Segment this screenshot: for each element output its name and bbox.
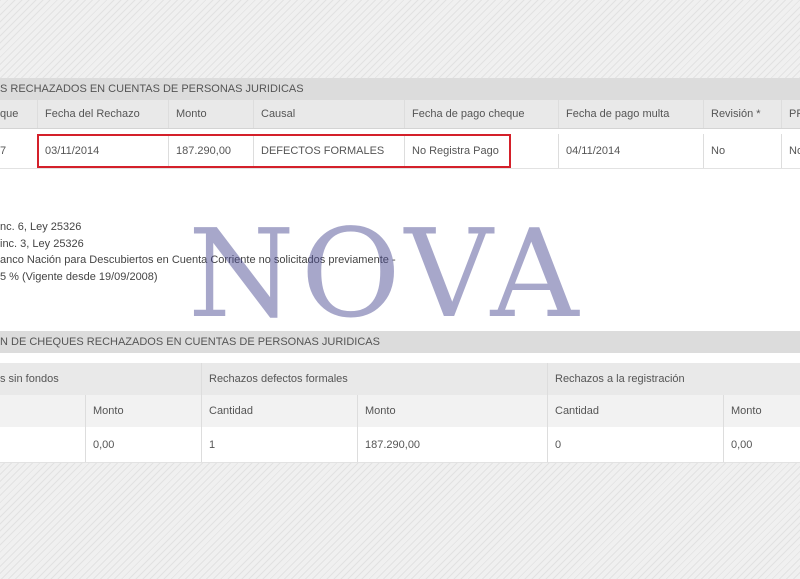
sub-cantidad-3: Cantidad — [547, 395, 723, 427]
cell-cheque: 7 — [0, 145, 7, 157]
col-cheque-header: que — [0, 108, 19, 120]
cell-monto-2: 187.290,00 — [357, 427, 547, 462]
sub-cantidad-2: Cantidad — [201, 395, 357, 427]
summary-group-row: s sin fondos Rechazos defectos formales … — [0, 363, 800, 396]
sub-monto-1: Monto — [85, 395, 201, 427]
rejected-checks-title: S RECHAZADOS EN CUENTAS DE PERSONAS JURI… — [0, 78, 800, 100]
summary-title-text: N DE CHEQUES RECHAZADOS EN CUENTAS DE PE… — [0, 336, 380, 348]
group-registracion: Rechazos a la registración — [547, 363, 800, 395]
col-fecha-rechazo-header: Fecha del Rechazo — [37, 100, 168, 128]
col-pr-header: PR — [781, 100, 800, 128]
cell-monto-1: 0,00 — [85, 427, 201, 462]
group-defectos-formales: Rechazos defectos formales — [201, 363, 547, 395]
cell-pr: No — [781, 134, 800, 168]
cell-monto-3: 0,00 — [723, 427, 800, 462]
group-sin-fondos: s sin fondos — [0, 373, 59, 385]
rejected-checks-title-text: S RECHAZADOS EN CUENTAS DE PERSONAS JURI… — [0, 83, 304, 95]
sub-monto-3: Monto — [723, 395, 800, 427]
cell-monto: 187.290,00 — [168, 134, 253, 168]
footnote-line: inc. 3, Ley 25326 — [0, 237, 84, 250]
summary-subheader-row: Monto Cantidad Monto Cantidad Monto — [0, 395, 800, 428]
col-fecha-pago-cheque-header: Fecha de pago cheque — [404, 100, 558, 128]
col-revision-header: Revisión * — [703, 100, 781, 128]
col-monto-header: Monto — [168, 100, 253, 128]
rejected-checks-header-row: que Fecha del Rechazo Monto Causal Fecha… — [0, 100, 800, 129]
footnote-line: nc. 6, Ley 25326 — [0, 221, 82, 233]
cell-fecha-rechazo: 03/11/2014 — [37, 134, 168, 168]
footnote-line: 5 % (Vigente desde 19/09/2008) — [0, 270, 158, 283]
report-panel: S RECHAZADOS EN CUENTAS DE PERSONAS JURI… — [0, 78, 800, 463]
cell-revision: No — [703, 134, 781, 168]
sub-cantidad-1 — [0, 395, 85, 427]
cell-cantidad-2: 1 — [201, 427, 357, 462]
col-fecha-pago-multa-header: Fecha de pago multa — [558, 100, 703, 128]
summary-title: N DE CHEQUES RECHAZADOS EN CUENTAS DE PE… — [0, 331, 800, 353]
cell-cantidad-1 — [0, 427, 85, 462]
col-causal-header: Causal — [253, 100, 404, 128]
footnotes: nc. 6, Ley 25326 inc. 3, Ley 25326 anco … — [0, 219, 396, 285]
cell-fecha-pago-multa: 04/11/2014 — [558, 134, 703, 168]
footnote-line: anco Nación para Descubiertos en Cuenta … — [0, 254, 396, 266]
table-row: 7 03/11/2014 187.290,00 DEFECTOS FORMALE… — [0, 134, 800, 169]
cell-cantidad-3: 0 — [547, 427, 723, 462]
sub-monto-2: Monto — [357, 395, 547, 427]
cell-fecha-pago-cheque: No Registra Pago — [404, 134, 558, 168]
cell-causal: DEFECTOS FORMALES — [253, 134, 404, 168]
table-row: 0,00 1 187.290,00 0 0,00 — [0, 427, 800, 463]
